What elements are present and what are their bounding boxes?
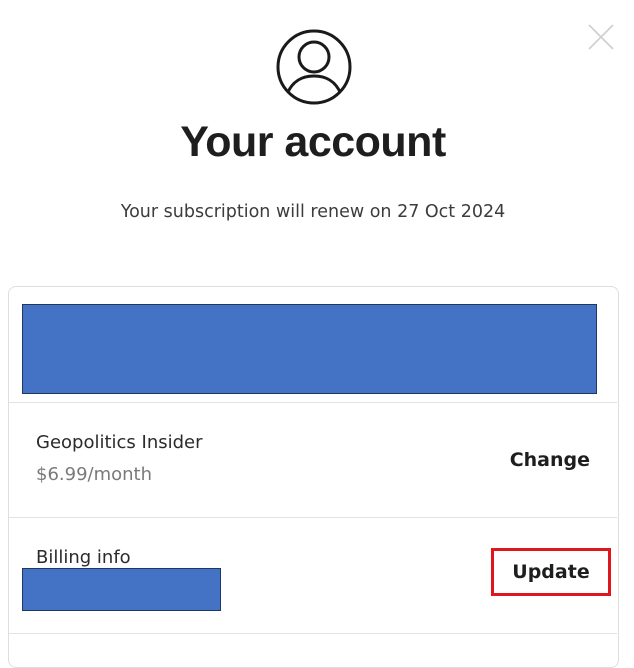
update-billing-button[interactable]: Update xyxy=(491,548,611,596)
redacted-banner xyxy=(22,304,597,394)
billing-label: Billing info xyxy=(36,547,131,568)
close-button[interactable] xyxy=(586,22,616,52)
avatar xyxy=(275,28,353,106)
card-divider xyxy=(9,633,617,634)
plan-name: Geopolitics Insider xyxy=(36,432,203,453)
page-title: Your account xyxy=(180,118,446,166)
change-plan-button[interactable]: Change xyxy=(510,449,590,471)
renewal-info: Your subscription will renew on 27 Oct 2… xyxy=(120,202,506,222)
plan-price: $6.99/month xyxy=(36,464,153,485)
user-circle-icon xyxy=(276,29,352,105)
card-divider xyxy=(9,402,617,403)
redacted-billing-details xyxy=(22,568,221,611)
card-divider xyxy=(9,517,617,518)
close-icon xyxy=(588,24,614,50)
